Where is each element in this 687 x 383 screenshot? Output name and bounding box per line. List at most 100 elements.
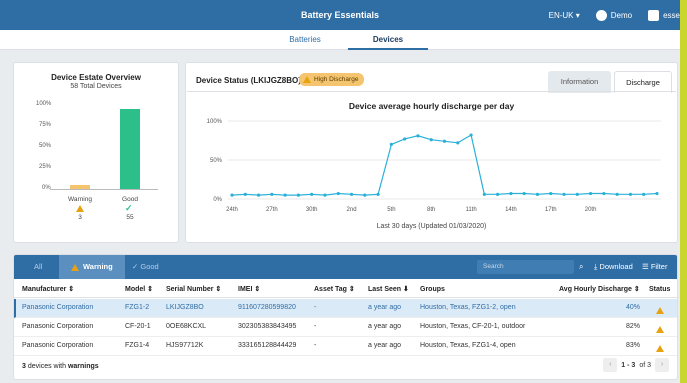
data-point	[283, 193, 287, 197]
col-avg-discharge[interactable]: Avg Hourly Discharge ⇕	[559, 281, 640, 298]
footer-text: devices with	[25, 363, 68, 370]
discharge-line-chart: 100% 50% 0% 24th 27th 30th 2nd 5th 8th 11th 14th 17…	[207, 119, 661, 213]
data-point	[456, 141, 460, 145]
window-edge	[680, 0, 687, 383]
data-point	[243, 192, 247, 196]
tab-devices[interactable]: Devices	[348, 30, 428, 50]
prev-page-button[interactable]: ‹	[603, 358, 618, 372]
cell-last-seen: a year ago	[368, 323, 402, 330]
tab-discharge[interactable]: Discharge	[614, 71, 672, 93]
search-input[interactable]: Search	[477, 260, 574, 274]
cell-discharge: 40%	[626, 304, 641, 311]
data-point	[296, 193, 301, 197]
user-label: esse	[663, 10, 680, 20]
bar-count-good: 55	[126, 214, 134, 221]
warning-icon	[71, 263, 79, 271]
data-point	[535, 192, 540, 196]
data-point	[615, 192, 619, 196]
tab-batteries[interactable]: Batteries	[272, 30, 338, 50]
col-serial[interactable]: Serial Number ⇕	[166, 281, 221, 298]
y-tick: 75%	[39, 122, 52, 128]
cell-imei: 333165128844429	[238, 342, 297, 349]
x-tick-label: 2nd	[347, 207, 357, 213]
table-toolbar: All Warning ✓ Good Search ⌕ ⤓ Download ☰…	[14, 255, 677, 279]
data-point	[429, 138, 433, 142]
bar-warning[interactable]	[70, 184, 90, 189]
nav-tabs: Batteries Devices	[0, 30, 680, 50]
table-row[interactable]: Panasonic Corporation FZG1-4 HJS97712K 3…	[14, 337, 677, 356]
cell-imei: 911607280599820	[238, 304, 296, 311]
filter-good-label: Good	[140, 262, 159, 271]
overview-title: Device Estate Overview	[51, 73, 141, 82]
search-icon[interactable]: ⌕	[579, 255, 583, 279]
demo-label: Demo	[610, 10, 633, 20]
cell-discharge: 82%	[626, 323, 641, 330]
high-discharge-badge: High Discharge	[299, 73, 365, 86]
globe-icon	[595, 9, 607, 21]
demo-account[interactable]: Demo	[595, 9, 633, 21]
warning-icon	[303, 76, 311, 83]
data-point	[628, 192, 633, 196]
pagination: ‹ 1 - 3 of 3 ›	[603, 358, 669, 372]
bar-good[interactable]	[120, 109, 140, 189]
data-point	[363, 193, 367, 197]
data-point	[642, 192, 646, 196]
cell-serial: LKIJGZ8BO	[166, 304, 204, 311]
col-groups: Groups	[420, 286, 445, 293]
x-tick-label: 17th	[545, 207, 557, 213]
data-point	[575, 192, 579, 196]
cell-last-seen: a year ago	[368, 342, 402, 349]
top-bar: Battery Essentials EN-UK ▾ Demo esse	[0, 0, 680, 30]
cell-groups: Houston, Texas, CF-20-1, outdoor	[420, 323, 526, 330]
device-estate-overview-card: Device Estate Overview 58 Total Devices …	[13, 62, 179, 243]
next-page-button[interactable]: ›	[655, 358, 669, 372]
cell-asset: -	[314, 342, 317, 349]
data-point	[442, 139, 447, 143]
filter-all[interactable]: All	[34, 255, 42, 279]
filter-warning-label: Warning	[83, 262, 113, 271]
bar-label-warning: Warning	[68, 196, 92, 203]
filter-button[interactable]: ☰ Filter	[642, 255, 667, 279]
cell-last-seen: a year ago	[368, 304, 402, 311]
col-manufacturer[interactable]: Manufacturer ⇕	[22, 281, 74, 298]
y-tick: 25%	[39, 164, 52, 170]
cell-groups: Houston, Texas, FZG1-2, open	[420, 304, 516, 311]
col-model[interactable]: Model ⇕	[125, 281, 153, 298]
warning-icon	[76, 205, 84, 214]
x-tick-label: 5th	[387, 207, 395, 213]
check-icon: ✓	[125, 203, 133, 213]
data-point	[310, 192, 314, 196]
x-tick-label: 20th	[585, 207, 597, 213]
data-point	[588, 191, 593, 196]
cell-serial: HJS97712K	[166, 342, 204, 349]
table-row[interactable]: Panasonic Corporation CF-20-1 0OE68KCXL …	[14, 318, 677, 337]
data-point	[416, 134, 420, 138]
data-point	[469, 133, 473, 137]
table-footer: 3 devices with warnings	[22, 363, 99, 370]
user-menu[interactable]: esse	[648, 9, 680, 21]
cell-manufacturer: Panasonic Corporation	[22, 304, 94, 311]
col-status: Status	[649, 286, 671, 293]
x-tick-label: 30th	[306, 207, 318, 213]
data-point	[496, 192, 500, 196]
filter-warning[interactable]: Warning	[59, 255, 125, 279]
col-last-seen[interactable]: Last Seen ⬇	[368, 281, 409, 298]
data-point	[482, 192, 486, 196]
table-row[interactable]: Panasonic Corporation FZG1-2 LKIJGZ8BO 9…	[14, 299, 677, 318]
table-header: Manufacturer ⇕ Model ⇕ Serial Number ⇕ I…	[14, 281, 677, 298]
x-tick-label: 24th	[226, 207, 238, 213]
x-tick-label: 11th	[465, 207, 476, 213]
baseline	[50, 189, 158, 190]
download-button[interactable]: ⤓ Download	[594, 255, 633, 279]
col-imei[interactable]: IMEI ⇕	[238, 281, 260, 298]
pager-range: 1 - 3	[621, 361, 636, 369]
locale-selector[interactable]: EN-UK ▾	[549, 11, 580, 20]
filter-icon: ☰	[642, 262, 651, 271]
download-label: Download	[599, 262, 633, 271]
y-tick-label: 100%	[207, 119, 223, 125]
data-point	[389, 142, 393, 146]
tab-information[interactable]: Information	[548, 71, 611, 93]
col-asset-tag[interactable]: Asset Tag ⇕	[314, 281, 355, 298]
filter-good[interactable]: ✓ Good	[132, 255, 159, 279]
bar-label-good: Good	[122, 196, 138, 203]
